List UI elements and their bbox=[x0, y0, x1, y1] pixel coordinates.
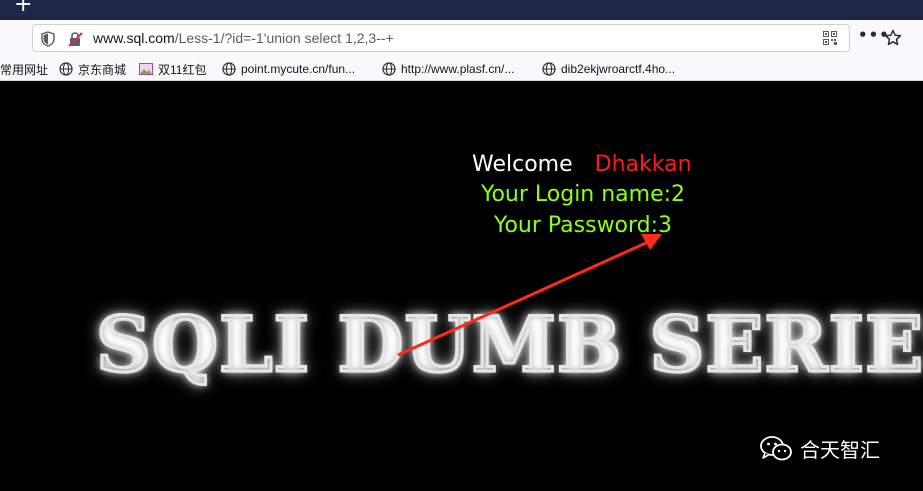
url-text[interactable]: www.sql.com/Less-1/?id=-1'union select 1… bbox=[93, 30, 394, 46]
bookmark-item[interactable]: 常用网址 bbox=[0, 60, 48, 78]
bookmark-star-icon[interactable] bbox=[884, 29, 902, 47]
browser-toolbar: www.sql.com/Less-1/?id=-1'union select 1… bbox=[0, 20, 923, 56]
bookmark-label: 常用网址 bbox=[0, 62, 49, 77]
wechat-icon bbox=[760, 435, 792, 460]
bookmark-label: dib2ekjwroarctf.4ho... bbox=[561, 62, 676, 76]
red-arrow-annotation bbox=[397, 234, 662, 357]
bookmark-item[interactable]: http://www.plasf.cn/... bbox=[382, 60, 514, 78]
watermark: 合天智汇 bbox=[760, 434, 880, 463]
watermark-text: 合天智汇 bbox=[800, 438, 880, 462]
shield-icon[interactable] bbox=[41, 31, 55, 47]
bookmark-item[interactable]: dib2ekjwroarctf.4ho... bbox=[542, 60, 675, 78]
bookmark-label: point.mycute.cn/fun... bbox=[241, 62, 356, 76]
new-tab-button[interactable]: + bbox=[14, 0, 32, 16]
url-host: www.sql.com bbox=[93, 30, 175, 46]
bookmarks-toolbar: 常用网址 京东商城 双11红包 point.mycute.cn/fun... h… bbox=[0, 56, 923, 81]
globe-icon bbox=[542, 62, 556, 76]
bookmark-item[interactable]: 双11红包 bbox=[139, 60, 206, 78]
address-bar[interactable]: www.sql.com/Less-1/?id=-1'union select 1… bbox=[32, 24, 850, 52]
bookmark-item[interactable]: 京东商城 bbox=[59, 60, 126, 78]
url-path: /Less-1/?id=-1'union select 1,2,3--+ bbox=[174, 30, 394, 46]
window-title-strip: + bbox=[0, 0, 923, 20]
qr-code-icon[interactable] bbox=[823, 31, 837, 45]
insecure-lock-icon[interactable] bbox=[67, 31, 83, 47]
bookmark-item[interactable]: point.mycute.cn/fun... bbox=[222, 60, 355, 78]
globe-icon bbox=[382, 62, 396, 76]
page-content: Welcome Dhakkan Your Login name:2 Your Pa… bbox=[0, 82, 923, 491]
bookmark-label: http://www.plasf.cn/... bbox=[401, 62, 515, 76]
bookmark-label: 京东商城 bbox=[78, 62, 127, 77]
bookmark-label: 双11红包 bbox=[158, 62, 207, 77]
image-icon bbox=[139, 63, 153, 75]
globe-icon bbox=[59, 62, 73, 76]
globe-icon bbox=[222, 62, 236, 76]
page-actions-button[interactable]: ••• bbox=[858, 26, 889, 46]
